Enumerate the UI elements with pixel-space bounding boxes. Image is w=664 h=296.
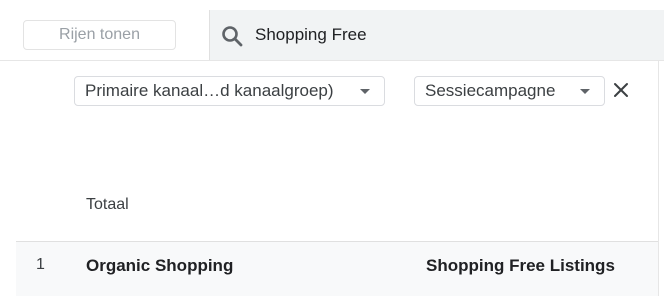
chevron-down-icon xyxy=(360,89,370,94)
total-label: Totaal xyxy=(86,196,129,213)
toolbar-divider xyxy=(0,60,664,61)
toolbar-left: Rijen tonen xyxy=(0,10,209,60)
row-primary-value: Organic Shopping xyxy=(86,256,234,275)
show-rows-button[interactable]: Rijen tonen xyxy=(23,20,176,50)
column-divider xyxy=(658,61,659,296)
search-input[interactable]: Shopping Free xyxy=(209,10,664,60)
row-index: 1 xyxy=(36,256,45,273)
search-icon xyxy=(222,26,243,47)
search-query: Shopping Free xyxy=(255,25,367,44)
chevron-down-icon xyxy=(580,89,590,94)
primary-dimension-dropdown[interactable]: Primaire kanaal…d kanaalgroep) xyxy=(74,76,385,106)
secondary-dimension-dropdown[interactable]: Sessiecampagne xyxy=(414,76,605,106)
primary-dimension-label: Primaire kanaal…d kanaalgroep) xyxy=(85,81,334,100)
secondary-dimension-label: Sessiecampagne xyxy=(425,81,556,100)
row-secondary-value: Shopping Free Listings xyxy=(426,256,615,275)
table-toolbar: Rijen tonen Shopping Free xyxy=(0,0,664,61)
close-icon[interactable] xyxy=(611,80,631,100)
